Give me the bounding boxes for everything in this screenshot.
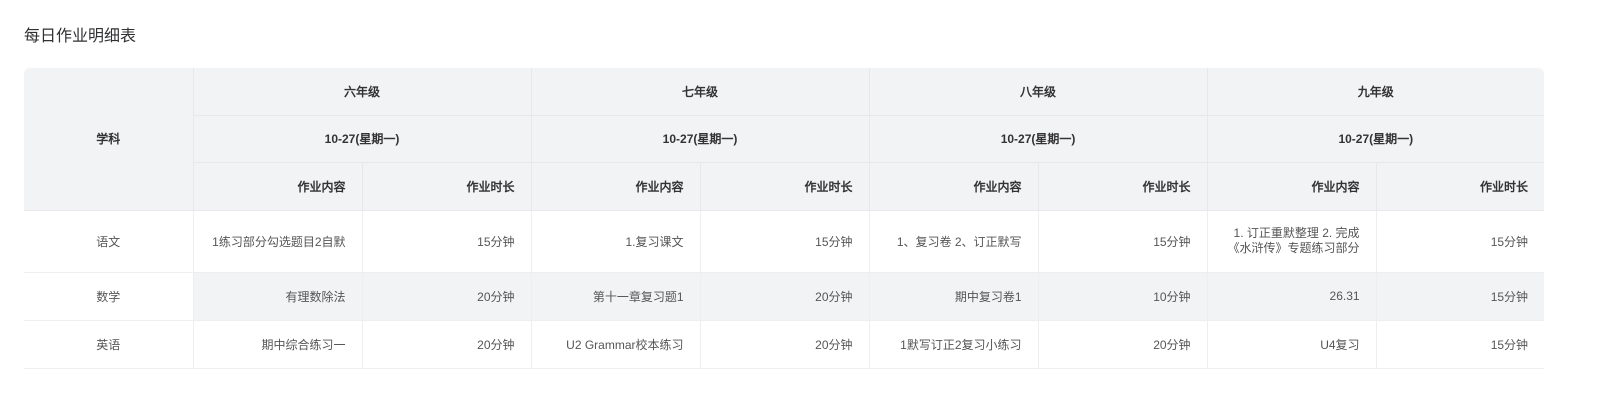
date-header-6: 10-27(星期一) [192,115,532,163]
duration-header: 作业时长 [1037,162,1208,211]
duration-cell: 15分钟 [699,210,870,273]
content-cell: 期中综合练习一 [192,320,362,369]
homework-table: 学科 六年级 七年级 八年级 九年级 10-27(星期一) 10-27(星期一)… [24,68,1544,369]
date-header-9: 10-27(星期一) [1206,115,1544,163]
duration-header: 作业时长 [361,162,532,211]
table-row: 英语 期中综合练习一 20分钟 U2 Grammar校本练习 20分钟 1默写订… [24,320,1544,369]
content-cell: U4复习 [1206,320,1377,369]
duration-header: 作业时长 [1375,162,1544,211]
content-cell: 1、复习卷 2、订正默写 [868,210,1039,273]
table-row: 语文 1练习部分勾选题目2自默 15分钟 1.复习课文 15分钟 1、复习卷 2… [24,210,1544,273]
duration-cell: 20分钟 [361,320,532,369]
page-title: 每日作业明细表 [24,28,137,45]
duration-cell: 15分钟 [1375,272,1544,321]
subject-cell: 语文 [24,210,193,273]
subject-cell: 数学 [24,272,193,321]
duration-cell: 20分钟 [1037,320,1208,369]
date-header-7: 10-27(星期一) [530,115,870,163]
grade-header-8: 八年级 [868,68,1208,116]
content-cell: 26.31 [1206,272,1377,321]
content-cell: 有理数除法 [192,272,362,321]
duration-cell: 20分钟 [699,272,870,321]
duration-cell: 20分钟 [699,320,870,369]
content-cell: 第十一章复习题1 [530,272,701,321]
subject-header: 学科 [24,68,193,211]
duration-header: 作业时长 [699,162,870,211]
duration-cell: 15分钟 [1375,320,1544,369]
grade-header-6: 六年级 [192,68,532,116]
duration-cell: 15分钟 [361,210,532,273]
duration-cell: 15分钟 [1037,210,1208,273]
duration-cell: 15分钟 [1375,210,1544,273]
grade-header-9: 九年级 [1206,68,1544,116]
content-cell: 期中复习卷1 [868,272,1039,321]
content-cell: 1默写订正2复习小练习 [868,320,1039,369]
table-row: 数学 有理数除法 20分钟 第十一章复习题1 20分钟 期中复习卷1 10分钟 … [24,272,1544,321]
duration-cell: 10分钟 [1037,272,1208,321]
content-line: 《水浒传》专题练习部分 [1227,241,1360,255]
grade-header-7: 七年级 [530,68,870,116]
content-cell: U2 Grammar校本练习 [530,320,701,369]
content-header: 作业内容 [192,162,362,211]
content-header: 作业内容 [868,162,1039,211]
content-header: 作业内容 [530,162,701,211]
homework-table-grid: 学科 六年级 七年级 八年级 九年级 10-27(星期一) 10-27(星期一)… [24,68,1544,369]
content-cell: 1练习部分勾选题目2自默 [192,210,362,273]
content-cell: 1. 订正重默整理 2. 完成 《水浒传》专题练习部分 [1206,210,1377,273]
date-header-8: 10-27(星期一) [868,115,1208,163]
content-line: 1. 订正重默整理 2. 完成 [1233,226,1360,240]
duration-cell: 20分钟 [361,272,532,321]
content-cell: 1.复习课文 [530,210,701,273]
subject-cell: 英语 [24,320,193,369]
content-header: 作业内容 [1206,162,1377,211]
